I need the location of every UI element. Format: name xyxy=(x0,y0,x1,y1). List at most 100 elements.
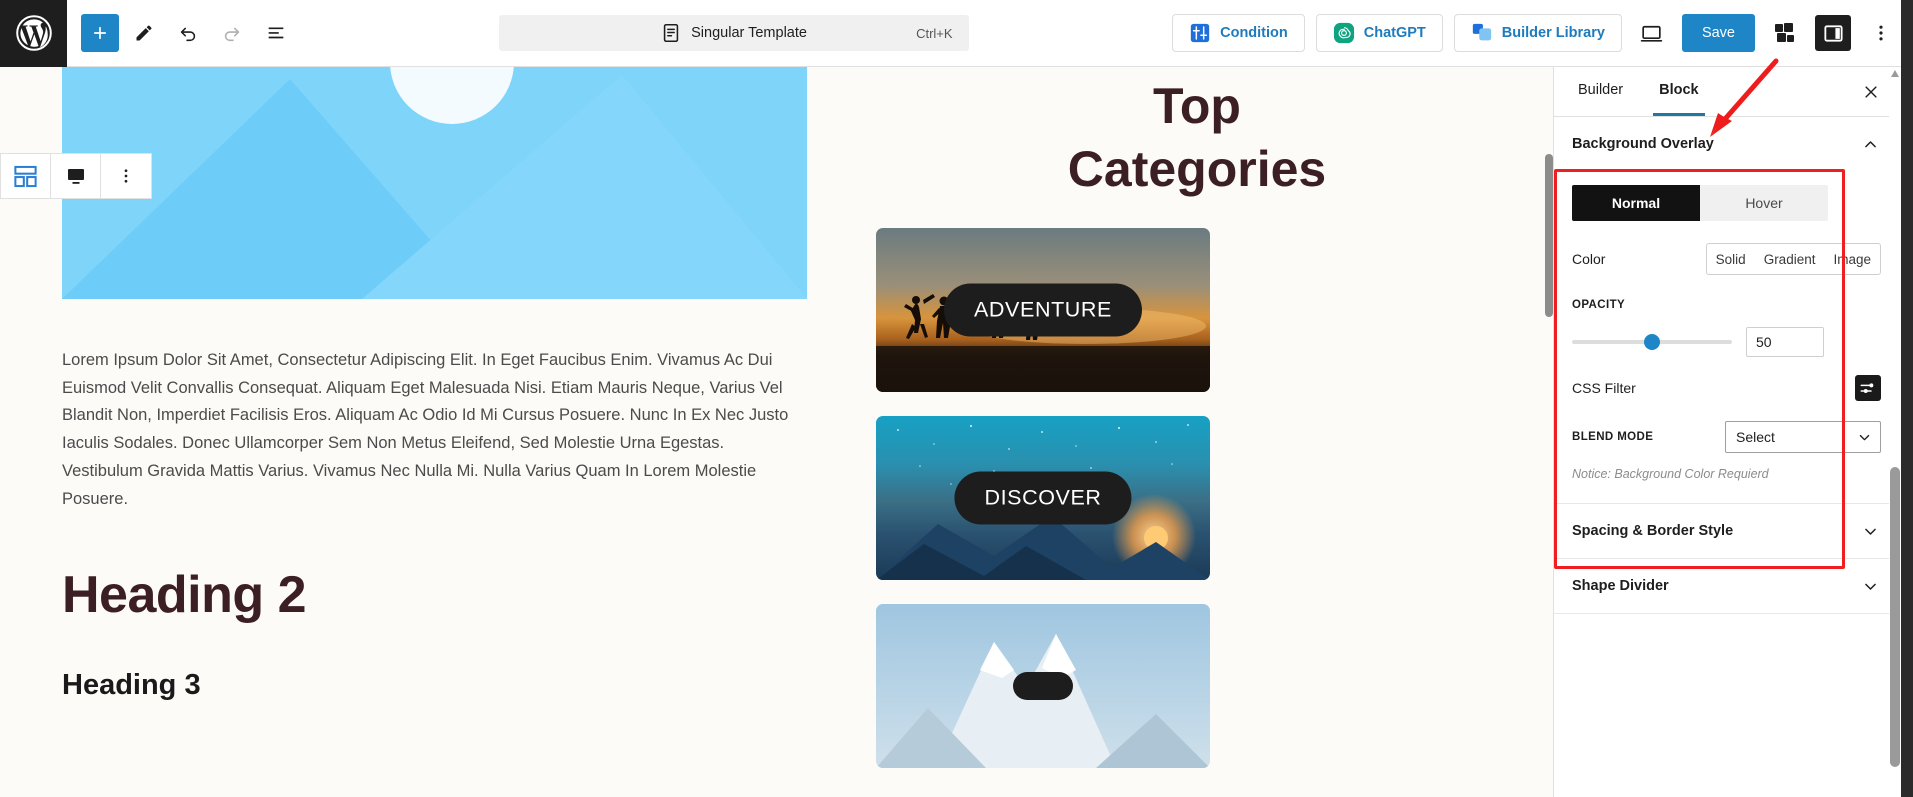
chevron-down-icon xyxy=(1859,434,1870,440)
sidebar-scrollbar-thumb[interactable] xyxy=(1890,467,1900,767)
top-toolbar: Singular Template Ctrl+K Condition ChatG… xyxy=(0,0,1913,67)
list-view-button[interactable] xyxy=(257,14,295,52)
chatgpt-button[interactable]: ChatGPT xyxy=(1315,14,1443,52)
condition-label: Condition xyxy=(1220,25,1288,41)
document-icon xyxy=(663,23,679,43)
canvas-right-column: Top Categories ADVENTURE DISCOVER xyxy=(810,67,1545,797)
block-toolbar xyxy=(0,153,152,199)
builder-library-label: Builder Library xyxy=(1501,25,1605,41)
window-right-edge xyxy=(1901,0,1913,797)
toolbar-center-group: Singular Template Ctrl+K xyxy=(295,15,1172,51)
sidebar-tabs: Builder Block xyxy=(1554,67,1901,117)
sidebar-scrollbar[interactable] xyxy=(1889,67,1901,797)
category-cards-list: ADVENTURE DISCOVER xyxy=(876,228,1545,768)
preview-device-button[interactable] xyxy=(1633,14,1671,52)
state-tab-hover[interactable]: Hover xyxy=(1700,185,1828,221)
sidebar-body: Background Overlay Normal Hover Color So… xyxy=(1554,117,1901,797)
settings-panel-toggle-button[interactable] xyxy=(1815,15,1851,51)
canvas-scrollbar[interactable] xyxy=(1545,67,1553,797)
close-sidebar-button[interactable] xyxy=(1857,78,1885,106)
color-type-gradient[interactable]: Gradient xyxy=(1755,252,1825,267)
css-filter-label: CSS Filter xyxy=(1572,380,1636,396)
scroll-up-arrow-icon[interactable] xyxy=(1890,69,1900,79)
color-type-image[interactable]: Image xyxy=(1824,252,1880,267)
panel-background-overlay: Background Overlay Normal Hover Color So… xyxy=(1554,117,1901,504)
css-filter-row: CSS Filter xyxy=(1572,375,1881,401)
hero-placeholder-image[interactable] xyxy=(62,67,807,299)
laptop-preview-icon xyxy=(1641,25,1663,42)
tab-builder[interactable]: Builder xyxy=(1572,67,1629,116)
panel-title: Spacing & Border Style xyxy=(1572,523,1734,539)
category-card-discover[interactable]: DISCOVER xyxy=(876,416,1210,580)
patterns-button[interactable] xyxy=(1766,14,1804,52)
panel-title: Shape Divider xyxy=(1572,578,1669,594)
opacity-label: OPACITY xyxy=(1572,299,1626,311)
panel-spacing-border: Spacing & Border Style xyxy=(1554,504,1901,559)
opacity-slider[interactable] xyxy=(1572,334,1732,350)
block-type-icon xyxy=(67,169,84,184)
color-type-solid[interactable]: Solid xyxy=(1707,252,1755,267)
category-card-label: ADVENTURE xyxy=(943,283,1143,337)
toolbar-right-group: Condition ChatGPT Builder Library Save xyxy=(1172,14,1913,52)
block-type-columns-button[interactable] xyxy=(1,154,51,198)
body-paragraph[interactable]: Lorem Ipsum Dolor Sit Amet, Consectetur … xyxy=(62,347,802,513)
category-card-adventure[interactable]: ADVENTURE xyxy=(876,228,1210,392)
columns-block-icon xyxy=(14,165,37,187)
color-type-group: Solid Gradient Image xyxy=(1705,243,1881,275)
undo-button[interactable] xyxy=(169,14,207,52)
color-label: Color xyxy=(1572,251,1606,267)
category-card-label xyxy=(1013,672,1073,700)
top-categories-title[interactable]: Top Categories xyxy=(1032,75,1362,200)
block-options-button[interactable] xyxy=(101,154,151,198)
block-display-button[interactable] xyxy=(51,154,101,198)
background-color-notice: Notice: Background Color Requierd xyxy=(1572,467,1769,481)
panel-background-overlay-body: Normal Hover Color Solid Gradient Image … xyxy=(1554,171,1901,503)
save-button[interactable]: Save xyxy=(1681,14,1755,52)
heading-2[interactable]: Heading 2 xyxy=(62,567,810,624)
condition-icon xyxy=(1190,23,1210,43)
app-root: Singular Template Ctrl+K Condition ChatG… xyxy=(0,0,1913,797)
opacity-control: OPACITY 50 xyxy=(1572,295,1881,357)
sliders-filter-icon xyxy=(1860,383,1874,393)
panel-spacing-border-header[interactable]: Spacing & Border Style xyxy=(1554,504,1901,558)
editor-canvas[interactable]: Lorem Ipsum Dolor Sit Amet, Consectetur … xyxy=(0,67,1553,797)
edit-tool-button[interactable] xyxy=(125,14,163,52)
panel-shape-divider-header[interactable]: Shape Divider xyxy=(1554,559,1901,613)
panel-shape-divider: Shape Divider xyxy=(1554,559,1901,614)
builder-library-button[interactable]: Builder Library xyxy=(1453,14,1622,52)
condition-button[interactable]: Condition xyxy=(1172,14,1305,52)
stacked-squares-icon xyxy=(1775,23,1794,42)
panel-background-overlay-header[interactable]: Background Overlay xyxy=(1554,117,1901,171)
vertical-dots-icon xyxy=(124,169,128,183)
state-tab-normal[interactable]: Normal xyxy=(1572,185,1700,221)
chevron-up-icon[interactable] xyxy=(1862,136,1879,153)
command-bar-shortcut: Ctrl+K xyxy=(916,25,953,41)
wordpress-logo-icon[interactable] xyxy=(0,0,67,67)
blend-mode-label: BLEND MODE xyxy=(1572,431,1654,443)
chatgpt-label: ChatGPT xyxy=(1363,25,1426,41)
category-card-third[interactable] xyxy=(876,604,1210,768)
add-block-button[interactable] xyxy=(81,14,119,52)
chatgpt-icon xyxy=(1333,22,1354,44)
category-card-label: DISCOVER xyxy=(954,471,1132,525)
blend-mode-select[interactable]: Select xyxy=(1725,421,1881,453)
opacity-slider-knob[interactable] xyxy=(1644,334,1660,350)
command-palette-bar[interactable]: Singular Template Ctrl+K xyxy=(498,15,969,51)
command-bar-title: Singular Template xyxy=(691,25,807,41)
panel-title: Background Overlay xyxy=(1572,136,1714,152)
toolbar-left-group xyxy=(67,14,295,52)
more-options-button[interactable] xyxy=(1862,14,1900,52)
canvas-scrollbar-thumb[interactable] xyxy=(1545,154,1553,317)
tab-block[interactable]: Block xyxy=(1653,67,1705,116)
css-filter-button[interactable] xyxy=(1855,375,1881,401)
blend-mode-row: BLEND MODE Select xyxy=(1572,421,1881,453)
settings-sidebar: Builder Block Background Overlay Normal … xyxy=(1553,67,1901,797)
heading-3[interactable]: Heading 3 xyxy=(62,669,810,702)
state-toggle-group: Normal Hover xyxy=(1572,185,1828,221)
sidebar-toggle-icon xyxy=(1823,24,1843,42)
redo-button[interactable] xyxy=(213,14,251,52)
opacity-value-input[interactable]: 50 xyxy=(1746,327,1824,357)
blend-mode-value: Select xyxy=(1736,429,1775,445)
chevron-down-icon[interactable] xyxy=(1862,578,1879,595)
chevron-down-icon[interactable] xyxy=(1862,523,1879,540)
